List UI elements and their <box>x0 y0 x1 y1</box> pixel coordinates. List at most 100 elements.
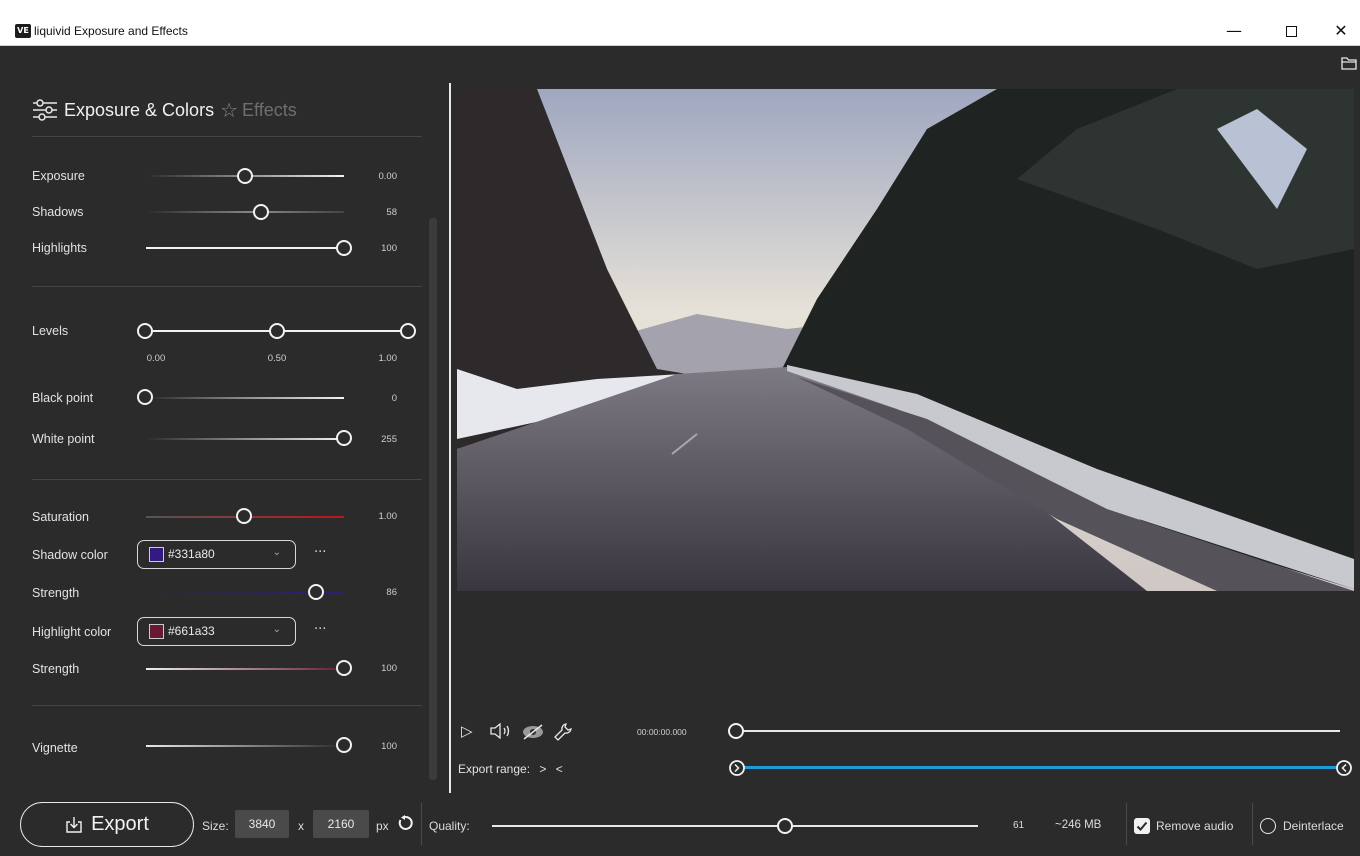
tab-effects[interactable]: Effects <box>242 100 297 121</box>
highlight-strength-slider-track[interactable] <box>146 668 344 670</box>
maximize-icon <box>1285 26 1297 37</box>
divider <box>32 286 422 287</box>
playhead-knob[interactable] <box>728 723 744 739</box>
divider <box>32 479 422 480</box>
star-icon[interactable]: ☆ <box>220 98 238 122</box>
title-bar: VE liquivid Exposure and Effects — ✕ <box>0 0 1360 46</box>
saturation-slider-knob[interactable] <box>236 508 252 524</box>
white-point-value: 255 <box>381 434 397 445</box>
app-icon: VE <box>15 24 31 38</box>
deinterlace-label[interactable]: Deinterlace <box>1283 819 1344 833</box>
saturation-value: 1.00 <box>378 511 398 522</box>
export-button-label: Export <box>91 813 149 835</box>
white-point-slider-track[interactable] <box>146 438 344 440</box>
black-point-slider-knob[interactable] <box>137 389 153 405</box>
vignette-label: Vignette <box>32 741 78 755</box>
tab-exposure-colors[interactable]: Exposure & Colors <box>64 100 214 121</box>
saturation-label: Saturation <box>32 510 89 524</box>
highlight-color-select[interactable]: #661a33 ⌄ <box>137 617 296 646</box>
checkmark-icon <box>1136 821 1148 831</box>
timecode: 00:00:00.000 <box>637 727 687 737</box>
chevron-down-icon: ⌄ <box>272 624 281 635</box>
remove-audio-checkbox[interactable] <box>1134 818 1150 834</box>
levels-high-knob[interactable] <box>400 323 416 339</box>
highlights-value: 100 <box>381 243 397 254</box>
minimize-button[interactable]: — <box>1211 18 1257 44</box>
panel-scrollbar[interactable] <box>429 218 437 780</box>
shadows-label: Shadows <box>32 205 84 219</box>
divider <box>32 705 422 706</box>
shadow-color-label: Shadow color <box>32 548 108 562</box>
quality-value: 61 <box>1013 820 1025 831</box>
set-range-start-button[interactable]: > <box>539 762 546 776</box>
shadow-color-value: #331a80 <box>168 547 215 561</box>
highlight-strength-value: 100 <box>381 663 397 674</box>
highlight-strength-label: Strength <box>32 662 80 676</box>
export-range-track[interactable] <box>738 766 1342 769</box>
range-start-handle[interactable] <box>728 759 746 777</box>
shadow-color-swatch <box>149 547 164 562</box>
quality-slider-knob[interactable] <box>777 818 793 834</box>
levels-label: Levels <box>32 324 69 338</box>
quality-slider-track[interactable] <box>492 825 978 827</box>
panel-tabs: Exposure & Colors ☆ Effects <box>32 95 297 125</box>
levels-low-value: 0.00 <box>146 353 166 364</box>
exposure-value: 0.00 <box>378 171 398 182</box>
shadows-slider-knob[interactable] <box>253 204 269 220</box>
eye-hidden-icon[interactable] <box>521 724 545 740</box>
chevron-down-icon: ⌄ <box>272 547 281 558</box>
video-preview[interactable] <box>457 89 1354 591</box>
highlight-color-value: #661a33 <box>168 624 215 638</box>
size-label: Size: <box>202 819 229 833</box>
black-point-slider-track[interactable] <box>146 397 344 399</box>
deinterlace-checkbox[interactable] <box>1260 818 1276 834</box>
white-point-label: White point <box>32 432 95 446</box>
divider <box>32 136 422 137</box>
vignette-slider-track[interactable] <box>146 745 344 747</box>
shadow-strength-value: 86 <box>386 587 397 598</box>
highlights-slider-track[interactable] <box>146 247 344 249</box>
close-button[interactable]: ✕ <box>1318 18 1360 44</box>
quality-label: Quality: <box>429 819 470 833</box>
exposure-label: Exposure <box>32 169 85 183</box>
highlight-color-more-button[interactable]: ··· <box>314 622 326 637</box>
size-x-label: x <box>298 819 304 833</box>
highlights-label: Highlights <box>32 241 87 255</box>
divider <box>1126 803 1127 845</box>
timeline-track[interactable] <box>738 730 1340 732</box>
export-button[interactable]: Export <box>20 802 194 847</box>
exposure-slider-knob[interactable] <box>237 168 253 184</box>
shadows-slider-track[interactable] <box>146 211 344 213</box>
shadows-value: 58 <box>386 207 397 218</box>
shadow-color-more-button[interactable]: ··· <box>314 545 326 560</box>
levels-mid-value: 0.50 <box>267 353 287 364</box>
highlight-color-label: Highlight color <box>32 625 112 639</box>
volume-icon[interactable] <box>489 723 515 739</box>
remove-audio-label[interactable]: Remove audio <box>1156 819 1233 833</box>
panel-splitter[interactable] <box>449 83 451 793</box>
divider <box>421 803 422 845</box>
levels-mid-knob[interactable] <box>269 323 285 339</box>
export-icon <box>66 816 82 833</box>
sliders-icon <box>33 99 57 121</box>
range-end-handle[interactable] <box>1335 759 1353 777</box>
open-folder-icon[interactable] <box>1341 57 1357 70</box>
width-input[interactable]: 3840 <box>235 810 289 838</box>
play-icon[interactable]: ▷ <box>461 722 473 740</box>
black-point-value: 0 <box>391 393 397 404</box>
shadow-strength-slider-knob[interactable] <box>308 584 324 600</box>
divider <box>1252 803 1253 845</box>
levels-low-knob[interactable] <box>137 323 153 339</box>
window-title: liquivid Exposure and Effects <box>34 24 188 38</box>
export-range-label: Export range: <box>458 762 531 776</box>
export-range: Export range: > < <box>458 762 563 776</box>
height-input[interactable]: 2160 <box>313 810 369 838</box>
shadow-color-select[interactable]: #331a80 ⌄ <box>137 540 296 569</box>
estimated-file-size: ~246 MB <box>1055 819 1102 831</box>
black-point-label: Black point <box>32 391 94 405</box>
levels-high-value: 1.00 <box>378 353 398 364</box>
reset-size-icon[interactable] <box>397 815 413 831</box>
maximize-button[interactable] <box>1268 18 1314 44</box>
set-range-end-button[interactable]: < <box>556 762 563 776</box>
wrench-icon[interactable] <box>553 722 573 742</box>
